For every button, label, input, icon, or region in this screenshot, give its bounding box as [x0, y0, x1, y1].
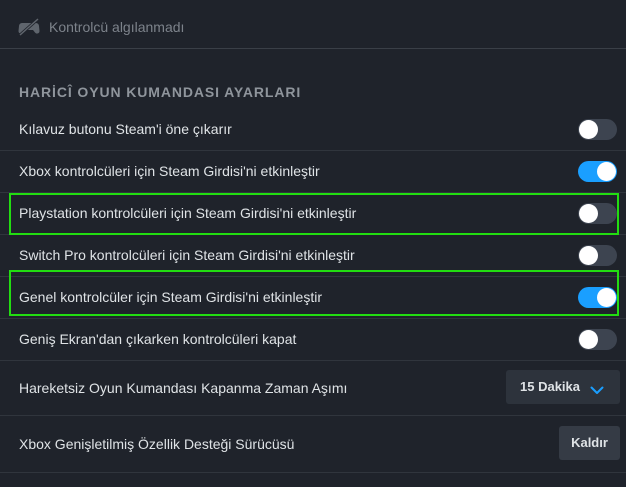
- remove-driver-button[interactable]: Kaldır: [559, 426, 620, 460]
- setting-label: Genel kontrolcüler için Steam Girdisi'ni…: [19, 289, 323, 305]
- generic-input-toggle[interactable]: [578, 287, 617, 308]
- idle-timeout-dropdown[interactable]: 15 Dakika: [506, 370, 620, 404]
- dropdown-value: 15 Dakika: [520, 379, 580, 394]
- toggle-knob: [579, 204, 598, 223]
- section-title: HARİCÎ OYUN KUMANDASI AYARLARI: [19, 84, 302, 100]
- controller-off-icon: [18, 17, 40, 37]
- toggle-knob: [597, 288, 616, 307]
- setting-row-generic-input: Genel kontrolcüler için Steam Girdisi'ni…: [0, 277, 626, 319]
- playstation-input-toggle[interactable]: [578, 203, 617, 224]
- switch-pro-input-toggle[interactable]: [578, 245, 617, 266]
- controller-status-text: Kontrolcü algılanmadı: [49, 19, 185, 35]
- setting-label: Xbox kontrolcüleri için Steam Girdisi'ni…: [19, 163, 320, 179]
- setting-row-switch-pro-input: Switch Pro kontrolcüleri için Steam Gird…: [0, 235, 626, 277]
- toggle-knob: [579, 246, 598, 265]
- toggle-knob: [579, 120, 598, 139]
- xbox-input-toggle[interactable]: [578, 161, 617, 182]
- setting-label: Kılavuz butonu Steam'i öne çıkarır: [19, 121, 232, 137]
- setting-label: Geniş Ekran'dan çıkarken kontrolcüleri k…: [19, 331, 297, 347]
- setting-row-turn-off-on-exit: Geniş Ekran'dan çıkarken kontrolcüleri k…: [0, 319, 626, 361]
- setting-label: Xbox Genişletilmiş Özellik Desteği Sürüc…: [19, 436, 295, 452]
- guide-button-toggle[interactable]: [578, 119, 617, 140]
- turn-off-on-exit-toggle[interactable]: [578, 329, 617, 350]
- setting-label: Playstation kontrolcüleri için Steam Gir…: [19, 205, 357, 221]
- setting-row-playstation-input: Playstation kontrolcüleri için Steam Gir…: [0, 193, 626, 235]
- setting-label: Switch Pro kontrolcüleri için Steam Gird…: [19, 247, 355, 263]
- toggle-knob: [597, 162, 616, 181]
- setting-row-xbox-driver: Xbox Genişletilmiş Özellik Desteği Sürüc…: [0, 416, 626, 473]
- setting-label: Hareketsiz Oyun Kumandası Kapanma Zaman …: [19, 380, 348, 396]
- toggle-knob: [579, 330, 598, 349]
- controller-status: Kontrolcü algılanmadı: [0, 0, 626, 49]
- chevron-down-icon: [590, 382, 604, 394]
- setting-row-guide-button: Kılavuz butonu Steam'i öne çıkarır: [0, 109, 626, 151]
- setting-row-xbox-input: Xbox kontrolcüleri için Steam Girdisi'ni…: [0, 151, 626, 193]
